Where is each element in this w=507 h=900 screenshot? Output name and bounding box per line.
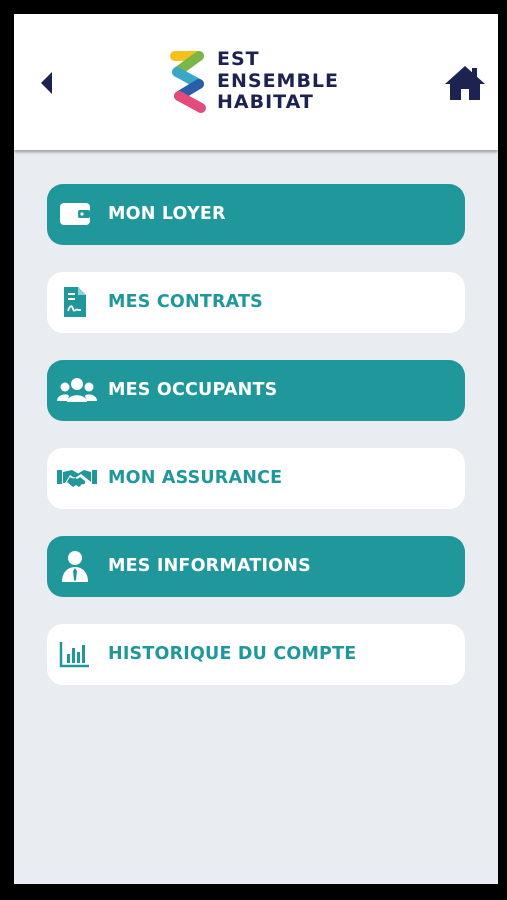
- users-group-icon: [57, 378, 97, 402]
- app-screen: EST ENSEMBLE HABITAT MON LOYER MES CONTR…: [14, 14, 498, 884]
- menu-item-label: MON ASSURANCE: [108, 468, 283, 488]
- handshake-icon: [57, 470, 97, 487]
- menu-item-mon-loyer[interactable]: MON LOYER: [47, 184, 465, 245]
- back-button[interactable]: [36, 68, 58, 98]
- caret-left-icon: [41, 72, 52, 94]
- contract-document-icon: [64, 287, 86, 317]
- menu-item-mes-contrats[interactable]: MES CONTRATS: [47, 272, 465, 333]
- logo-line-2: ENSEMBLE: [217, 69, 340, 92]
- est-ensemble-habitat-logo: EST ENSEMBLE HABITAT: [169, 48, 359, 120]
- menu-item-label: MES CONTRATS: [108, 292, 263, 312]
- menu-item-label: MES OCCUPANTS: [108, 380, 278, 400]
- home-icon: [445, 66, 485, 100]
- account-menu: MON LOYER MES CONTRATS MES OCCUPANTS MON…: [47, 184, 465, 712]
- logo-line-1: EST: [217, 48, 260, 70]
- logo-text: EST ENSEMBLE HABITAT: [217, 48, 340, 114]
- app-header: EST ENSEMBLE HABITAT: [14, 14, 498, 150]
- menu-item-mes-informations[interactable]: MES INFORMATIONS: [47, 536, 465, 597]
- logo-mark-icon: [170, 51, 206, 113]
- menu-item-label: HISTORIQUE DU COMPTE: [108, 644, 357, 664]
- wallet-icon: [60, 203, 90, 225]
- menu-item-mes-occupants[interactable]: MES OCCUPANTS: [47, 360, 465, 421]
- menu-item-label: MON LOYER: [108, 204, 226, 224]
- bar-chart-icon: [59, 642, 89, 668]
- menu-item-historique-du-compte[interactable]: HISTORIQUE DU COMPTE: [47, 624, 465, 685]
- menu-item-mon-assurance[interactable]: MON ASSURANCE: [47, 448, 465, 509]
- home-button[interactable]: [443, 64, 487, 102]
- logo-line-3: HABITAT: [217, 91, 314, 113]
- menu-item-label: MES INFORMATIONS: [108, 556, 311, 576]
- user-tie-icon: [62, 551, 88, 582]
